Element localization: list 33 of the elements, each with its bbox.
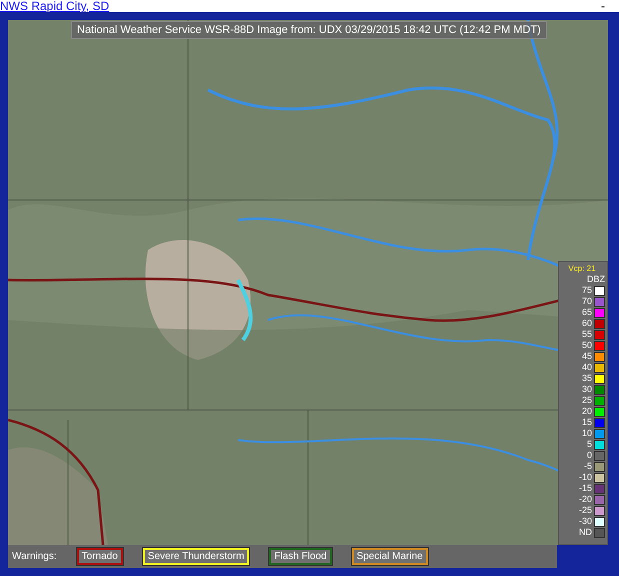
level-label: -25 xyxy=(578,505,592,516)
vcp-text: Vcp: 21 xyxy=(568,264,596,274)
level-label: 15 xyxy=(582,417,592,428)
warning-tag: Flash Flood xyxy=(269,548,332,565)
dash-text: - xyxy=(601,0,605,12)
level-label: 5 xyxy=(586,439,592,450)
level-label: -30 xyxy=(578,516,592,527)
level-label: -20 xyxy=(578,494,592,505)
level-label: 40 xyxy=(582,362,592,373)
image-caption: National Weather Service WSR-88D Image from: UDX 03/29/2015 18:42 UTC (12:42 PM MDT) xyxy=(71,21,547,39)
level-label: -15 xyxy=(578,483,592,494)
level-label: 65 xyxy=(582,307,592,318)
level-label: 35 xyxy=(582,373,592,384)
level-label: 55 xyxy=(582,329,592,340)
office-link[interactable]: NWS Rapid City, SD xyxy=(0,0,110,12)
unit-text: DBZ xyxy=(587,274,605,285)
level-label: 75 xyxy=(582,285,592,296)
level-label: 45 xyxy=(582,351,592,362)
level-label: 70 xyxy=(582,296,592,307)
level-label: 0 xyxy=(586,450,592,461)
warning-tag: Tornado xyxy=(76,548,123,565)
level-label: 10 xyxy=(582,428,592,439)
level-label: ND xyxy=(579,527,592,538)
level-label: 20 xyxy=(582,406,592,417)
level-label: -10 xyxy=(578,472,592,483)
warning-tag: Severe Thunderstorm xyxy=(142,548,250,565)
level-label: 25 xyxy=(582,395,592,406)
warnings-label: Warnings: xyxy=(12,551,57,562)
level-label: 30 xyxy=(582,384,592,395)
level-label: 60 xyxy=(582,318,592,329)
level-label: 50 xyxy=(582,340,592,351)
warning-tag: Special Marine xyxy=(352,548,428,565)
level-label: -5 xyxy=(584,461,592,472)
